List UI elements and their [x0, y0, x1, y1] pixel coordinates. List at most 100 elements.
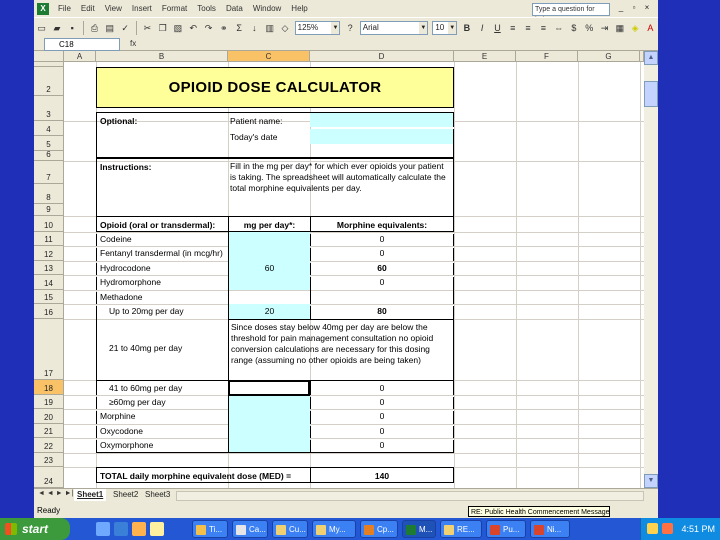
- underline-icon[interactable]: U: [491, 21, 504, 35]
- mg-input-oxymorphone[interactable]: [228, 438, 310, 453]
- tab-sheet1[interactable]: Sheet1: [74, 489, 107, 501]
- row-header[interactable]: 17: [34, 319, 64, 380]
- row-header[interactable]: 14: [34, 275, 64, 290]
- taskbar-button[interactable]: Cu...: [272, 520, 308, 538]
- help-icon[interactable]: ?: [343, 21, 356, 35]
- quicklaunch-folder-icon[interactable]: [150, 522, 164, 536]
- font-select[interactable]: Arial ▼: [359, 21, 429, 35]
- row-header[interactable]: 20: [34, 409, 64, 424]
- mg-input-hydromorphone[interactable]: [228, 275, 310, 290]
- mg-input-methadone-over-60[interactable]: [228, 396, 310, 409]
- menu-tools[interactable]: Tools: [192, 4, 221, 13]
- align-right-icon[interactable]: ≡: [537, 21, 550, 35]
- undo-icon[interactable]: ↶: [187, 21, 200, 35]
- row-header[interactable]: 22: [34, 438, 64, 453]
- align-left-icon[interactable]: ≡: [506, 21, 519, 35]
- row-header[interactable]: 24: [34, 467, 64, 488]
- row-header[interactable]: 3: [34, 96, 64, 121]
- row-header[interactable]: 19: [34, 395, 64, 409]
- taskbar-button-excel[interactable]: M...: [402, 520, 436, 538]
- mg-input-oxycodone[interactable]: [228, 424, 310, 438]
- row-header[interactable]: 21: [34, 424, 64, 438]
- column-header-a[interactable]: A: [64, 51, 96, 62]
- fill-color-icon[interactable]: ◈: [628, 21, 641, 35]
- scroll-up-icon[interactable]: ▲: [644, 51, 658, 65]
- align-center-icon[interactable]: ≡: [521, 21, 534, 35]
- mg-input-morphine[interactable]: [228, 409, 310, 424]
- tray-icon[interactable]: [662, 523, 673, 534]
- percent-icon[interactable]: %: [583, 21, 596, 35]
- row-header[interactable]: 5: [34, 136, 64, 151]
- mg-input-fentanyl[interactable]: [228, 246, 310, 261]
- todays-date-input[interactable]: [310, 129, 454, 144]
- row-header[interactable]: 12: [34, 246, 64, 261]
- borders-icon[interactable]: ▦: [613, 21, 626, 35]
- copy-icon[interactable]: ❐: [156, 21, 169, 35]
- row-header[interactable]: 9: [34, 204, 64, 216]
- tab-sheet3[interactable]: Sheet3: [142, 489, 173, 501]
- taskbar-button[interactable]: My...: [312, 520, 356, 538]
- patient-name-input[interactable]: [310, 112, 454, 127]
- spreadsheet-grid[interactable]: A B C D E F G 2 3 4 5 6 7 8 9 10 11 12 1…: [34, 51, 644, 488]
- select-all-corner[interactable]: [34, 51, 64, 62]
- sheet-nav-arrows[interactable]: ◄ ◄ ► ►|: [38, 490, 73, 497]
- taskbar-button[interactable]: RE...: [440, 520, 482, 538]
- name-box[interactable]: C18: [44, 38, 120, 51]
- mg-input-hydrocodone[interactable]: 60: [228, 261, 310, 275]
- quicklaunch-ie-icon[interactable]: [114, 522, 128, 536]
- help-search-input[interactable]: Type a question for help: [532, 3, 610, 24]
- row-header[interactable]: 7: [34, 161, 64, 184]
- scroll-thumb[interactable]: [644, 81, 658, 107]
- print-icon[interactable]: ⎙: [88, 21, 101, 35]
- excel-app-icon[interactable]: X: [37, 2, 49, 15]
- row-header[interactable]: 18: [34, 380, 64, 395]
- currency-icon[interactable]: $: [567, 21, 580, 35]
- column-header-f[interactable]: F: [516, 51, 578, 62]
- menu-edit[interactable]: Edit: [76, 4, 100, 13]
- start-button[interactable]: start: [0, 518, 70, 540]
- font-color-icon[interactable]: A: [644, 21, 657, 35]
- notification-tooltip[interactable]: RE: Public Health Commencement Message (…: [468, 506, 610, 517]
- restore-icon[interactable]: ▫: [629, 3, 639, 13]
- column-header-g[interactable]: G: [578, 51, 640, 62]
- new-document-icon[interactable]: ▭: [35, 21, 48, 35]
- chart-wizard-icon[interactable]: ▥: [263, 21, 276, 35]
- menu-file[interactable]: File: [53, 4, 76, 13]
- bold-icon[interactable]: B: [460, 21, 473, 35]
- taskbar-button[interactable]: Ni...: [530, 520, 570, 538]
- menu-window[interactable]: Window: [248, 4, 286, 13]
- taskbar-button[interactable]: Cp...: [360, 520, 398, 538]
- tray-icon[interactable]: [647, 523, 658, 534]
- quicklaunch-desktop-icon[interactable]: [96, 522, 110, 536]
- merge-center-icon[interactable]: ⇔: [552, 21, 565, 35]
- row-header[interactable]: 10: [34, 216, 64, 232]
- paste-icon[interactable]: ▧: [171, 21, 184, 35]
- minimize-icon[interactable]: _: [616, 3, 626, 13]
- row-header[interactable]: 6: [34, 150, 64, 161]
- mg-input-codeine[interactable]: [228, 232, 310, 246]
- column-header-b[interactable]: B: [96, 51, 228, 62]
- row-header[interactable]: 16: [34, 304, 64, 319]
- row-header[interactable]: 15: [34, 290, 64, 304]
- column-header-d[interactable]: D: [310, 51, 454, 62]
- hyperlink-icon[interactable]: ⚭: [217, 21, 230, 35]
- italic-icon[interactable]: I: [476, 21, 489, 35]
- row-header[interactable]: 2: [34, 67, 64, 96]
- font-size-select[interactable]: 10 ▼: [432, 21, 458, 35]
- zoom-select[interactable]: 125% ▼: [294, 21, 341, 35]
- menu-help[interactable]: Help: [286, 4, 312, 13]
- row-header[interactable]: 4: [34, 121, 64, 136]
- horizontal-scrollbar[interactable]: [176, 491, 644, 501]
- open-folder-icon[interactable]: ▰: [50, 21, 63, 35]
- indent-icon[interactable]: ⇥: [598, 21, 611, 35]
- column-header-e[interactable]: E: [454, 51, 516, 62]
- menu-format[interactable]: Format: [157, 4, 192, 13]
- row-header[interactable]: 11: [34, 232, 64, 246]
- autosum-icon[interactable]: Σ: [232, 21, 245, 35]
- vertical-scrollbar[interactable]: ▲ ▼: [644, 51, 658, 488]
- taskbar-button[interactable]: Pu...: [486, 520, 526, 538]
- save-icon[interactable]: ▪: [66, 21, 79, 35]
- taskbar-button[interactable]: Ti...: [192, 520, 228, 538]
- mg-input-methadone-41-60[interactable]: [228, 380, 310, 396]
- menu-view[interactable]: View: [100, 4, 127, 13]
